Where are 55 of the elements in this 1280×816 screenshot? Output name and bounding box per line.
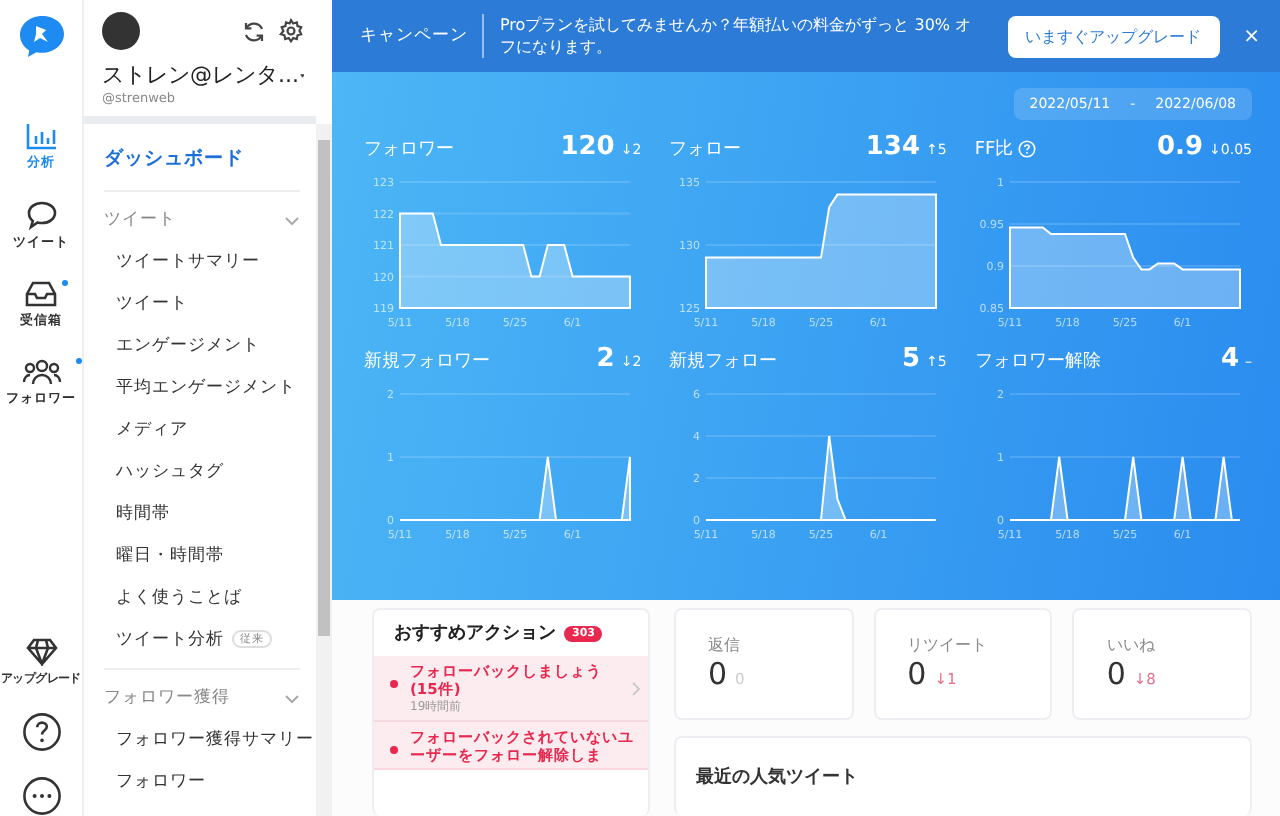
stat-value: 0	[708, 656, 728, 692]
chart-title: フォロー	[669, 138, 742, 162]
bar-chart-icon	[25, 122, 57, 150]
stat-label: リツイート	[907, 634, 990, 656]
app-logo-icon[interactable]	[17, 14, 65, 58]
dropdown-caret-icon[interactable]	[299, 71, 304, 79]
more-icon[interactable]	[21, 776, 61, 816]
chart-title: フォロワー	[364, 138, 454, 162]
metric-value: 0.9	[1157, 132, 1204, 162]
chart-title: フォロワー解除	[974, 349, 1101, 374]
metric-value: 120	[560, 132, 615, 162]
inbox-icon	[24, 280, 58, 308]
chevron-icon	[284, 693, 300, 703]
sidebar-item[interactable]: ツイート	[104, 282, 316, 324]
stat-value: 0	[907, 656, 927, 692]
upgrade-button[interactable]: いますぐアップグレード	[1007, 15, 1220, 57]
metric-value: 5	[901, 344, 920, 374]
sidebar-scrollbar[interactable]	[316, 124, 332, 816]
stat-label: 返信	[708, 634, 742, 656]
dashboard-link[interactable]: ダッシュボード	[104, 136, 300, 192]
metric-value: 134	[865, 132, 920, 162]
avatar[interactable]	[102, 12, 140, 50]
chevron-right-icon	[632, 682, 640, 696]
chart-title: 新規フォロー	[669, 349, 778, 374]
metric-value: 4	[1220, 344, 1239, 374]
section-header[interactable]: ツイート	[104, 192, 316, 240]
diamond-icon	[25, 638, 57, 666]
sidebar-item[interactable]: フォロワー獲得サマリー	[104, 718, 316, 760]
sidebar-item[interactable]: メディア	[104, 408, 316, 450]
settings-icon[interactable]	[278, 18, 304, 44]
close-button[interactable]: ×	[1235, 25, 1268, 47]
account-name[interactable]: ストレン@レンタ...	[102, 60, 299, 90]
refresh-icon[interactable]	[242, 19, 266, 43]
card-title: おすすめアクション	[394, 622, 556, 646]
speech-bubble-icon	[25, 200, 57, 230]
metric-value: 2	[596, 344, 615, 374]
card-title: 最近の人気ツイート	[696, 768, 858, 788]
help-icon[interactable]	[21, 712, 61, 752]
stat-value: 0	[1106, 656, 1126, 692]
sidebar-item[interactable]: 時間帯	[104, 492, 316, 534]
campaign-label: キャンペーン	[360, 14, 484, 58]
sidebar-item[interactable]: 曜日・時間帯	[104, 534, 316, 576]
campaign-message: Proプランを試してみませんか？年額払いの料金がずっと 30% オフになります。	[500, 14, 974, 58]
sidebar-item[interactable]: よく使うことば	[104, 576, 316, 618]
chart-title: 新規フォロワー	[364, 349, 490, 374]
chart-title: FF比	[974, 136, 1036, 162]
stat-label: いいね	[1106, 634, 1157, 656]
sidebar-item[interactable]: ハッシュタグ	[104, 450, 316, 492]
sidebar-item[interactable]: エンゲージメント	[104, 324, 316, 366]
people-icon	[21, 358, 61, 386]
sidebar-item[interactable]: フォロワー	[104, 760, 316, 802]
sidebar-item[interactable]: ツイートサマリー	[104, 240, 316, 282]
sidebar-item[interactable]: 平均エンゲージメント	[104, 366, 316, 408]
chevron-icon	[284, 215, 300, 225]
section-header[interactable]: フォロワー獲得	[104, 670, 316, 718]
